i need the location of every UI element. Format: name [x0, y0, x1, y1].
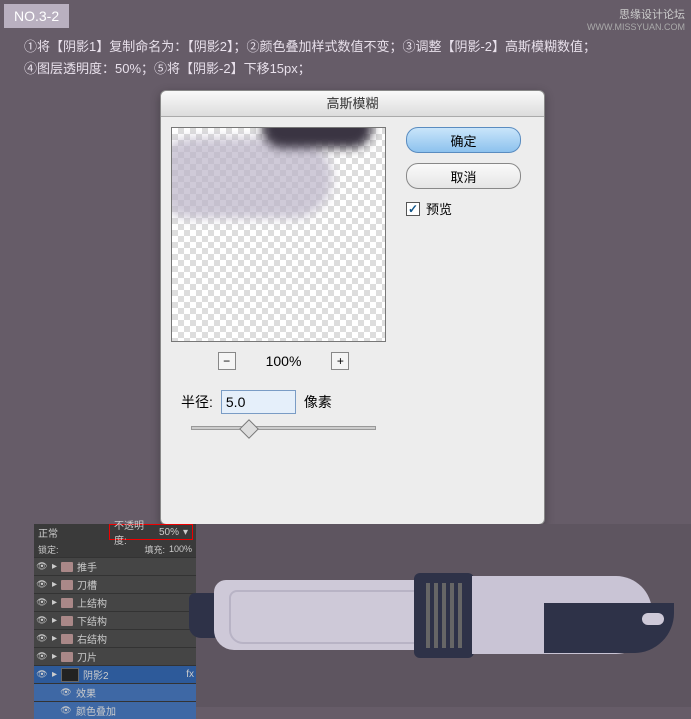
radius-unit: 像素	[304, 392, 332, 412]
layer-thumbnail	[61, 668, 79, 682]
preview-checkbox[interactable]: ✓	[406, 202, 420, 216]
step-badge: NO.3-2	[4, 4, 69, 28]
opacity-label: 不透明度:	[114, 517, 155, 547]
visibility-eye-icon[interactable]: 👁	[36, 669, 48, 681]
layer-row[interactable]: 👁 ▸ 右结构	[34, 629, 196, 647]
zoom-out-button[interactable]: −	[218, 352, 236, 370]
preview-box[interactable]	[171, 127, 386, 342]
opacity-control[interactable]: 不透明度: 50% ▾	[109, 524, 193, 540]
artwork-canvas	[196, 524, 691, 707]
chevron-down-icon[interactable]: ▾	[183, 527, 188, 538]
layer-row[interactable]: 👁 ▸ 下结构	[34, 611, 196, 629]
visibility-eye-icon[interactable]: 👁	[36, 597, 48, 609]
layer-name: 刀片	[77, 649, 97, 664]
radius-label: 半径:	[181, 392, 213, 412]
layer-name: 下结构	[77, 613, 107, 628]
folder-icon	[61, 634, 73, 644]
folder-icon	[61, 616, 73, 626]
layer-name: 效果	[76, 685, 96, 700]
instructions-line-1: ①将【阴影1】复制命名为：【阴影2】；②颜色叠加样式数值不变；③调整【阴影-2】…	[24, 36, 671, 58]
dialog-title: 高斯模糊	[161, 91, 544, 117]
visibility-eye-icon[interactable]: 👁	[60, 705, 72, 717]
zoom-in-button[interactable]: +	[331, 352, 349, 370]
expand-arrow-icon[interactable]: ▸	[52, 669, 57, 680]
layer-row[interactable]: 👁 ▸ 上结构	[34, 593, 196, 611]
visibility-eye-icon[interactable]: 👁	[36, 579, 48, 591]
layer-effect-item[interactable]: 👁 颜色叠加	[34, 701, 196, 719]
radius-slider[interactable]	[191, 426, 376, 430]
knife-grip	[544, 603, 674, 653]
watermark: 思缘设计论坛 WWW.MISSYUAN.COM	[587, 6, 685, 32]
expand-arrow-icon[interactable]: ▸	[52, 561, 57, 572]
preview-dark-shape	[262, 127, 372, 148]
layer-row[interactable]: 👁 ▸ 刀片	[34, 647, 196, 665]
cancel-button[interactable]: 取消	[406, 163, 521, 189]
expand-arrow-icon[interactable]: ▸	[52, 651, 57, 662]
lock-label: 锁定:	[38, 543, 59, 556]
visibility-eye-icon[interactable]: 👁	[36, 651, 48, 663]
visibility-eye-icon[interactable]: 👁	[36, 561, 48, 573]
fill-value: 100%	[169, 544, 192, 554]
instructions-line-2: ④图层透明度：50%；⑤将【阴影-2】下移15px；	[24, 58, 671, 80]
expand-arrow-icon[interactable]: ▸	[52, 615, 57, 626]
gaussian-blur-dialog: 高斯模糊 − 100% + 半径: 像素 确定 取消	[160, 90, 545, 525]
folder-icon	[61, 652, 73, 662]
zoom-value: 100%	[266, 353, 302, 369]
layer-row[interactable]: 👁 ▸ 推手	[34, 557, 196, 575]
layer-name: 阴影2	[83, 667, 109, 682]
layer-name: 颜色叠加	[76, 703, 116, 718]
knife-slider	[414, 573, 474, 658]
visibility-eye-icon[interactable]: 👁	[36, 633, 48, 645]
blend-mode-select[interactable]: 正常	[38, 525, 58, 540]
watermark-title: 思缘设计论坛	[587, 6, 685, 22]
folder-icon	[61, 580, 73, 590]
fx-badge[interactable]: fx	[186, 669, 194, 680]
visibility-eye-icon[interactable]: 👁	[60, 687, 72, 699]
folder-icon	[61, 598, 73, 608]
preview-shape	[171, 138, 332, 218]
layer-name: 刀槽	[77, 577, 97, 592]
watermark-url: WWW.MISSYUAN.COM	[587, 22, 685, 32]
ok-button[interactable]: 确定	[406, 127, 521, 153]
layer-row[interactable]: 👁 ▸ 阴影2 fx	[34, 665, 196, 683]
radius-input[interactable]	[221, 390, 296, 414]
layer-effect-item[interactable]: 👁 效果	[34, 683, 196, 701]
layer-name: 上结构	[77, 595, 107, 610]
folder-icon	[61, 562, 73, 572]
opacity-value: 50%	[159, 527, 179, 538]
preview-checkbox-label: 预览	[426, 199, 452, 218]
layer-name: 右结构	[77, 631, 107, 646]
layer-list: 👁▸推手👁▸刀槽👁▸上结构👁▸下结构👁▸右结构👁▸刀片👁▸阴影2fx👁效果👁颜色…	[34, 557, 196, 719]
layer-name: 推手	[77, 559, 97, 574]
expand-arrow-icon[interactable]: ▸	[52, 579, 57, 590]
expand-arrow-icon[interactable]: ▸	[52, 597, 57, 608]
knife-illustration	[214, 568, 674, 663]
slider-thumb[interactable]	[239, 419, 259, 439]
instructions: ①将【阴影1】复制命名为：【阴影2】；②颜色叠加样式数值不变；③调整【阴影-2】…	[24, 36, 671, 80]
layer-row[interactable]: 👁 ▸ 刀槽	[34, 575, 196, 593]
layers-panel: 正常 不透明度: 50% ▾ 锁定: 填充: 100% 👁▸推手👁▸刀槽👁▸上结…	[34, 524, 196, 707]
expand-arrow-icon[interactable]: ▸	[52, 633, 57, 644]
visibility-eye-icon[interactable]: 👁	[36, 615, 48, 627]
